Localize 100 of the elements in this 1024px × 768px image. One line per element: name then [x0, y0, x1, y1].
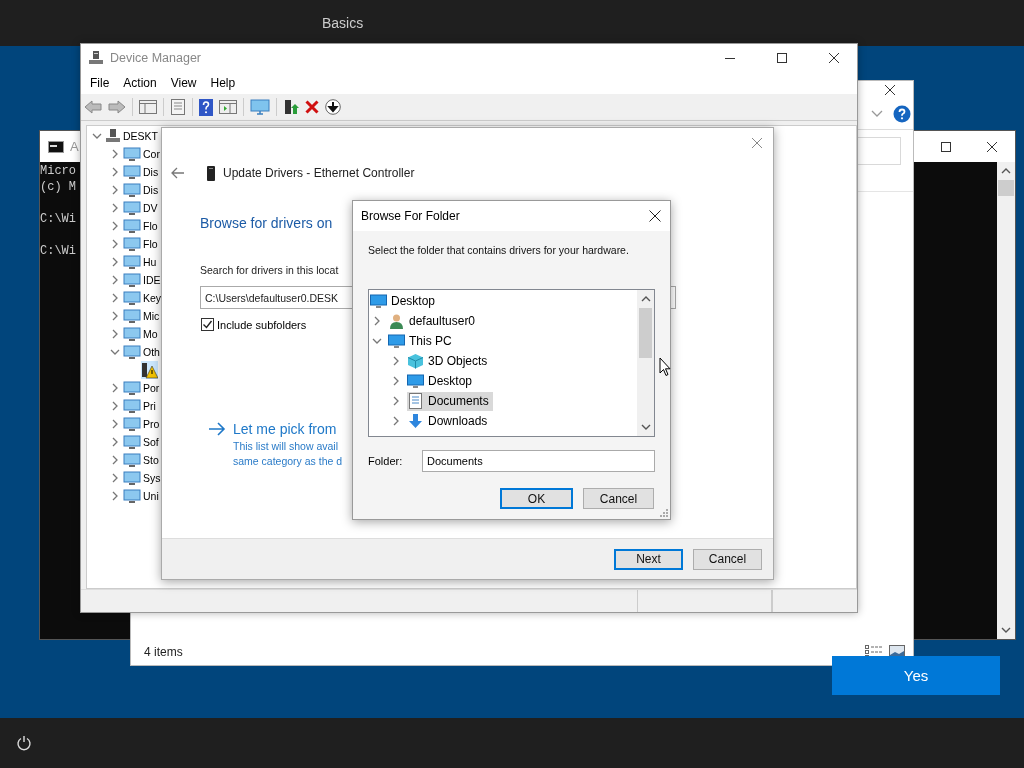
tree-item[interactable]: Mo: [123, 325, 158, 343]
tree-item[interactable]: Sto: [123, 451, 159, 469]
expander-icon[interactable]: [110, 455, 120, 465]
delete-icon[interactable]: [305, 100, 319, 114]
expander-icon[interactable]: [391, 416, 401, 426]
checkbox[interactable]: [201, 318, 214, 331]
cancel-button[interactable]: Cancel: [583, 488, 654, 509]
expander-icon[interactable]: [110, 167, 120, 177]
tree-item[interactable]: DV: [123, 199, 158, 217]
update-driver-icon[interactable]: [283, 99, 299, 115]
menu-item[interactable]: Help: [203, 76, 243, 90]
folder-item[interactable]: This PC: [388, 331, 456, 351]
tree-item[interactable]: Dis: [123, 181, 159, 199]
tree-item[interactable]: Hu: [123, 253, 157, 271]
monitor-icon: [123, 452, 141, 468]
scroll-down-icon[interactable]: [640, 423, 651, 431]
device-warning-icon: [141, 361, 158, 379]
help-icon[interactable]: [893, 105, 911, 123]
scroll-up-icon[interactable]: [640, 295, 651, 303]
tree-item[interactable]: Dis: [123, 163, 159, 181]
field-label: Folder:: [368, 455, 404, 467]
tree-item[interactable]: Flo: [123, 235, 158, 253]
back-arrow-icon[interactable]: [84, 100, 102, 114]
tree-item[interactable]: DESKT: [105, 127, 158, 145]
expander-icon[interactable]: [110, 329, 120, 339]
forward-arrow-icon[interactable]: [108, 100, 126, 114]
expander-icon[interactable]: [391, 356, 401, 366]
tree-item[interactable]: Pro: [123, 415, 160, 433]
tree-item[interactable]: Uni: [123, 487, 159, 505]
tree-item[interactable]: Mic: [123, 307, 160, 325]
folder-item[interactable]: Desktop: [370, 291, 440, 311]
panel-icon[interactable]: [139, 100, 157, 114]
tree-item[interactable]: Sof: [123, 433, 159, 451]
folder-item[interactable]: Downloads: [407, 411, 492, 431]
expander-icon[interactable]: [110, 149, 120, 159]
expander-icon[interactable]: [110, 221, 120, 231]
pick-driver-link[interactable]: Let me pick from: [233, 419, 337, 439]
cancel-button[interactable]: Cancel: [693, 548, 762, 570]
dialog-title: Browse For Folder: [361, 209, 460, 223]
tree-item[interactable]: Pri: [123, 397, 156, 415]
help-icon[interactable]: [199, 98, 213, 116]
folder-item[interactable]: 3D Objects: [407, 351, 492, 371]
expander-icon[interactable]: [110, 383, 120, 393]
tree-item[interactable]: IDE: [123, 271, 161, 289]
menu-item[interactable]: View: [163, 76, 204, 90]
expander-icon[interactable]: [110, 203, 120, 213]
monitor-icon: [123, 254, 141, 270]
power-options-icon[interactable]: [16, 735, 32, 751]
tree-item[interactable]: [141, 361, 158, 379]
expander-icon[interactable]: [110, 257, 120, 267]
tree-item[interactable]: Flo: [123, 217, 158, 235]
download-icon[interactable]: [325, 99, 341, 115]
folder-item[interactable]: Desktop: [407, 371, 477, 391]
console-line: Micro: [40, 163, 76, 179]
expander-icon[interactable]: [110, 347, 120, 357]
menu-item[interactable]: Action: [116, 76, 164, 90]
expander-icon[interactable]: [372, 316, 382, 326]
folder-item[interactable]: defaultuser0: [388, 311, 480, 331]
panel-icon[interactable]: [219, 100, 237, 114]
tree-item[interactable]: Key: [123, 289, 162, 307]
scrollbar[interactable]: [997, 162, 1015, 639]
expander-icon[interactable]: [110, 185, 120, 195]
yes-button[interactable]: Yes: [832, 656, 1000, 695]
monitor-icon[interactable]: [250, 99, 270, 115]
expander-icon[interactable]: [391, 396, 401, 406]
tree-item[interactable]: Oth: [123, 343, 160, 361]
back-arrow-icon[interactable]: [171, 167, 185, 179]
resize-grip-icon[interactable]: [660, 509, 668, 517]
scroll-down-icon[interactable]: [1001, 626, 1011, 634]
folder-field[interactable]: Documents: [422, 450, 655, 472]
next-button[interactable]: Next: [614, 548, 683, 570]
expander-icon[interactable]: [391, 376, 401, 386]
expander-icon[interactable]: [110, 275, 120, 285]
expander-icon[interactable]: [110, 419, 120, 429]
chevron-down-icon[interactable]: [871, 110, 883, 118]
scroll-up-icon[interactable]: [1001, 167, 1011, 175]
expander-icon[interactable]: [372, 336, 382, 346]
scrollbar[interactable]: [637, 290, 654, 436]
scroll-thumb[interactable]: [998, 180, 1014, 196]
checkbox-label: Include subfolders: [217, 318, 307, 331]
expander-icon[interactable]: [110, 491, 120, 501]
monitor-icon: [123, 416, 141, 432]
menu-item[interactable]: File: [83, 76, 117, 90]
tree-item[interactable]: Sys: [123, 469, 161, 487]
tree-item[interactable]: Por: [123, 379, 160, 397]
ok-button[interactable]: OK: [500, 488, 573, 509]
folder-item[interactable]: Documents: [407, 391, 493, 411]
tree-item[interactable]: Cor: [123, 145, 160, 163]
expander-icon[interactable]: [110, 311, 120, 321]
expander-icon[interactable]: [110, 293, 120, 303]
expander-icon[interactable]: [92, 131, 102, 141]
window-title: A: [70, 139, 79, 154]
expander-icon[interactable]: [110, 401, 120, 411]
document-icon[interactable]: [170, 99, 186, 115]
download-icon: [407, 413, 424, 429]
expander-icon[interactable]: [110, 473, 120, 483]
computer-icon: [88, 50, 104, 66]
expander-icon[interactable]: [110, 437, 120, 447]
scroll-thumb[interactable]: [639, 308, 652, 358]
expander-icon[interactable]: [110, 239, 120, 249]
